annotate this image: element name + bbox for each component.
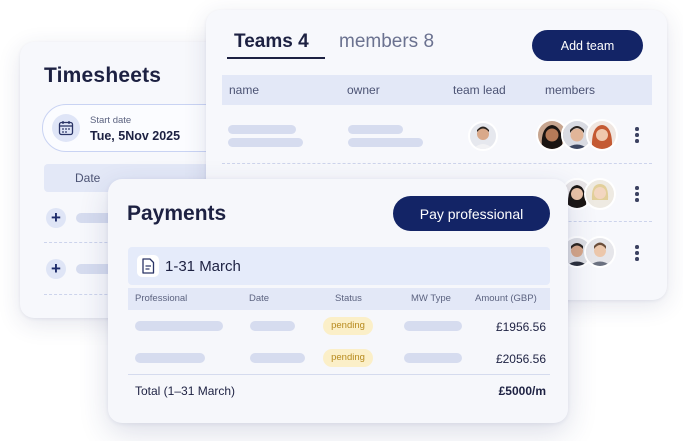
placeholder-bar [135, 353, 205, 363]
status-badge: pending [323, 317, 373, 335]
member-avatar[interactable] [584, 178, 616, 210]
placeholder-bar [404, 321, 462, 331]
add-row-button[interactable]: + [46, 259, 66, 279]
placeholder-bar [228, 138, 303, 147]
date-column-header: Date [75, 171, 101, 185]
payment-period-header: 1-31 March [128, 247, 550, 285]
placeholder-bar [348, 138, 423, 147]
column-header-date: Date [249, 293, 270, 304]
status-badge: pending [323, 349, 373, 367]
calendar-icon [52, 114, 80, 142]
row-menu-icon[interactable] [635, 186, 639, 204]
row-divider [222, 163, 652, 164]
row-menu-icon[interactable] [635, 127, 639, 145]
tab-members[interactable]: members 8 [339, 31, 434, 53]
payments-table-header: Professional Date Status MW Type Amount … [128, 288, 550, 310]
placeholder-bar [228, 125, 296, 134]
placeholder-bar [250, 353, 305, 363]
member-avatar[interactable] [586, 119, 618, 151]
start-date-value[interactable]: Tue, 5Nov 2025 [90, 129, 180, 143]
column-header-name: name [229, 83, 260, 97]
amount-value: £1956.56 [495, 320, 546, 334]
placeholder-bar [348, 125, 403, 134]
column-header-professional: Professional [135, 293, 188, 304]
column-header-mw-type: MW Type [411, 293, 451, 304]
timesheets-title: Timesheets [44, 64, 162, 87]
payments-title: Payments [127, 202, 227, 225]
member-avatar[interactable] [584, 236, 616, 268]
team-lead-avatar[interactable] [468, 121, 498, 151]
pay-professional-button[interactable]: Pay professional [393, 196, 550, 231]
document-icon [137, 255, 159, 277]
payments-card: Payments Pay professional 1-31 March Pro… [108, 179, 568, 423]
column-header-team-lead: team lead [453, 83, 506, 97]
total-divider [128, 374, 550, 375]
teams-table-header: name owner team lead members [222, 75, 652, 105]
tab-teams[interactable]: Teams 4 [234, 31, 309, 53]
total-label: Total (1–31 March) [135, 384, 236, 398]
column-header-amount: Amount (GBP) [475, 293, 537, 304]
total-value: £5000/m [498, 384, 546, 398]
placeholder-bar [404, 353, 462, 363]
add-row-button[interactable]: + [46, 208, 66, 228]
payment-period-label: 1-31 March [165, 258, 241, 275]
column-header-owner: owner [347, 83, 380, 97]
column-header-members: members [545, 83, 596, 97]
placeholder-bar [135, 321, 223, 331]
column-header-status: Status [335, 293, 362, 304]
row-menu-icon[interactable] [635, 245, 639, 263]
add-team-button[interactable]: Add team [532, 30, 643, 61]
start-date-label: Start date [90, 115, 132, 126]
amount-value: £2056.56 [495, 352, 546, 366]
active-tab-indicator [227, 57, 325, 59]
placeholder-bar [250, 321, 295, 331]
